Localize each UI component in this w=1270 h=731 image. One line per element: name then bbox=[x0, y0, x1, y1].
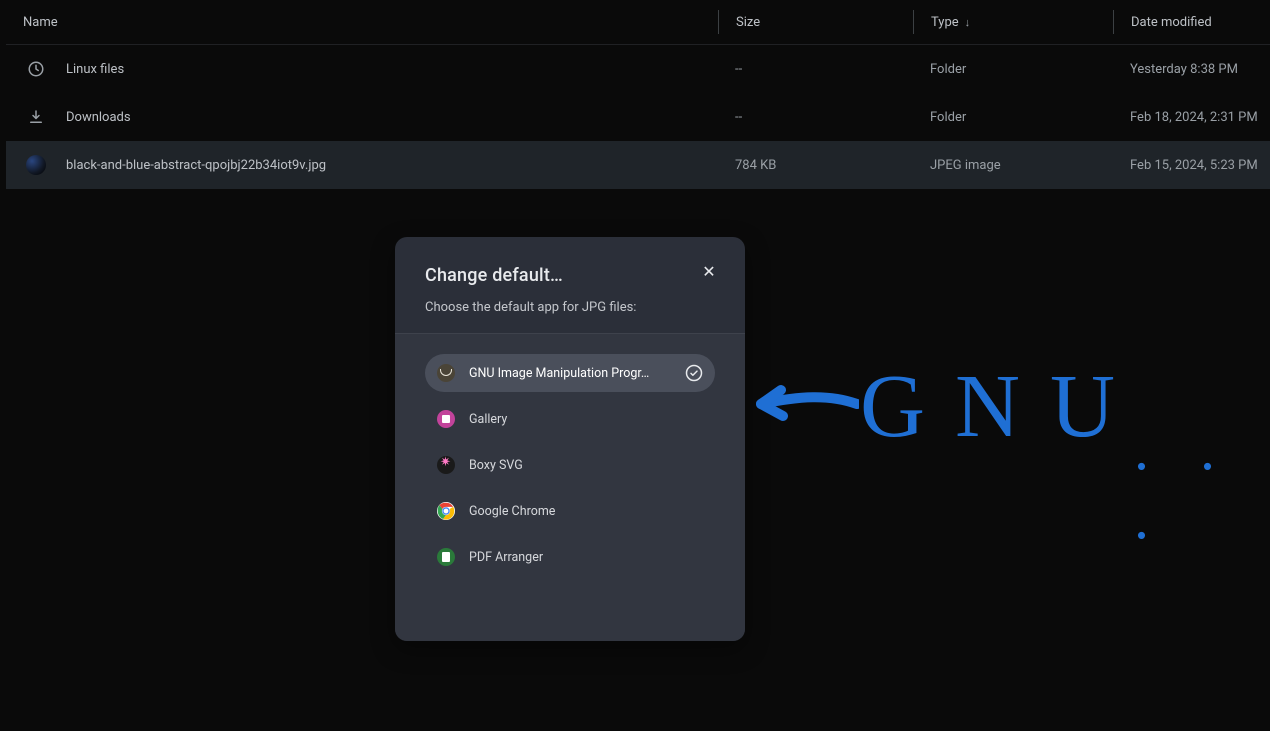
column-header-date[interactable]: Date modified bbox=[1113, 10, 1270, 34]
dialog-subtitle: Choose the default app for JPG files: bbox=[425, 300, 715, 315]
column-header-name[interactable]: Name bbox=[6, 15, 718, 30]
file-row[interactable]: Linux files--FolderYesterday 8:38 PM bbox=[6, 45, 1270, 93]
app-label: Boxy SVG bbox=[469, 458, 703, 473]
file-size: 784 KB bbox=[718, 158, 913, 173]
chrome-icon bbox=[437, 502, 455, 520]
gallery-icon bbox=[437, 410, 455, 428]
app-option-pdf[interactable]: PDF Arranger bbox=[425, 538, 715, 576]
column-headers: Name Size Type ↓ Date modified bbox=[6, 0, 1270, 44]
file-row[interactable]: black-and-blue-abstract-qpojbj22b34iot9v… bbox=[6, 141, 1270, 189]
file-list: Linux files--FolderYesterday 8:38 PMDown… bbox=[6, 44, 1270, 189]
file-type: Folder bbox=[913, 62, 1113, 77]
app-label: GNU Image Manipulation Progr… bbox=[469, 366, 671, 381]
sort-descending-icon: ↓ bbox=[965, 16, 971, 29]
pdf-icon bbox=[437, 548, 455, 566]
app-option-gimp[interactable]: GNU Image Manipulation Progr… bbox=[425, 354, 715, 392]
close-button[interactable]: ✕ bbox=[697, 259, 721, 283]
dialog-header: Change default… Choose the default app f… bbox=[395, 237, 745, 333]
download-icon bbox=[26, 107, 46, 127]
app-list: GNU Image Manipulation Progr… Gallery Boxy… bbox=[395, 333, 745, 641]
app-option-chrome[interactable]: Google Chrome bbox=[425, 492, 715, 530]
file-name: black-and-blue-abstract-qpojbj22b34iot9v… bbox=[66, 158, 718, 173]
clock-icon bbox=[26, 59, 46, 79]
file-row[interactable]: Downloads--FolderFeb 18, 2024, 2:31 PM bbox=[6, 93, 1270, 141]
thumb-icon bbox=[26, 155, 46, 175]
check-icon bbox=[685, 364, 703, 382]
app-option-boxy[interactable]: Boxy SVG bbox=[425, 446, 715, 484]
file-size: -- bbox=[718, 62, 913, 77]
app-option-gallery[interactable]: Gallery bbox=[425, 400, 715, 438]
file-type: Folder bbox=[913, 110, 1113, 125]
boxy-icon bbox=[437, 456, 455, 474]
dialog-title: Change default… bbox=[425, 265, 715, 286]
file-type: JPEG image bbox=[913, 158, 1113, 173]
file-date: Yesterday 8:38 PM bbox=[1113, 62, 1270, 77]
close-icon: ✕ bbox=[702, 262, 715, 281]
file-date: Feb 18, 2024, 2:31 PM bbox=[1113, 110, 1270, 125]
column-header-type[interactable]: Type ↓ bbox=[913, 10, 1113, 34]
file-name: Downloads bbox=[66, 110, 718, 125]
file-size: -- bbox=[718, 110, 913, 125]
file-date: Feb 15, 2024, 5:23 PM bbox=[1113, 158, 1270, 173]
file-name: Linux files bbox=[66, 62, 718, 77]
app-label: Google Chrome bbox=[469, 504, 703, 519]
change-default-dialog: Change default… Choose the default app f… bbox=[395, 237, 745, 641]
gimp-icon bbox=[437, 364, 455, 382]
app-label: Gallery bbox=[469, 412, 703, 427]
column-header-size[interactable]: Size bbox=[718, 10, 913, 34]
app-label: PDF Arranger bbox=[469, 550, 703, 565]
